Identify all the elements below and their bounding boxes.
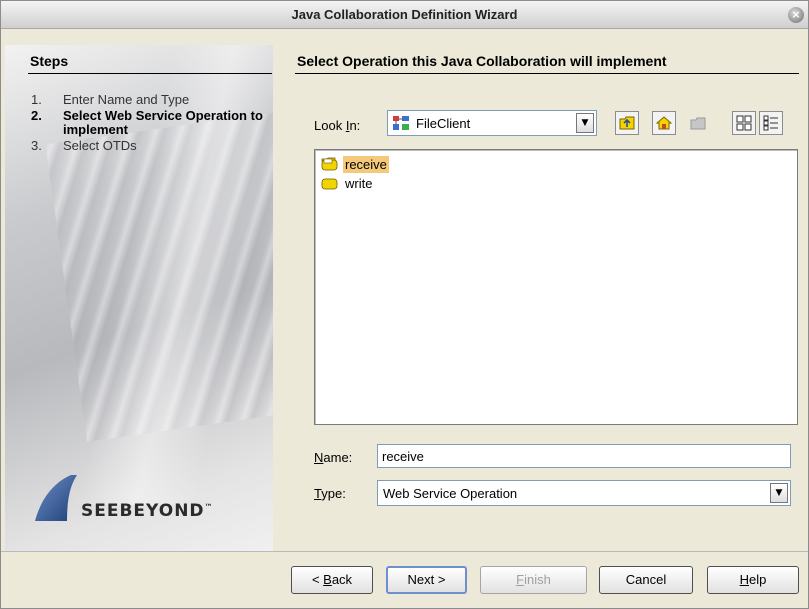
look-in-combobox[interactable]: FileClient ▼ [387,110,597,136]
operation-file-list[interactable]: receive write [314,149,798,425]
help-button[interactable]: Help [707,566,799,594]
up-one-level-button[interactable] [615,111,639,135]
step-item-current: 2. Select Web Service Operation to imple… [31,109,271,137]
step-number: 3. [31,138,42,153]
step-number: 2. [31,108,42,123]
details-view-button[interactable] [759,111,783,135]
type-value: Web Service Operation [383,486,518,501]
cancel-button[interactable]: Cancel [599,566,693,594]
content-divider [295,73,799,74]
type-dropdown-button[interactable]: ▼ [770,483,788,503]
seebeyond-logo: SEEBEYOND™ [29,473,269,525]
step-item: 1. Enter Name and Type [31,93,271,107]
folder-icon [321,178,338,190]
step-label: Enter Name and Type [63,92,190,107]
steps-list: 1. Enter Name and Type 2. Select Web Ser… [31,93,271,155]
name-input[interactable] [377,444,791,468]
next-button[interactable]: Next > [386,566,467,594]
list-item-receive[interactable]: receive [320,156,392,173]
title-bar[interactable]: Java Collaboration Definition Wizard × [1,1,808,29]
logo-trademark: ™ [204,502,214,512]
cancel-button-label: Cancel [625,572,667,587]
finish-button[interactable]: Finish [480,566,587,594]
back-button[interactable]: < Back [291,566,373,594]
close-button[interactable]: × [788,7,804,23]
type-combobox[interactable]: Web Service Operation ▼ [377,480,791,506]
step-label: Select Web Service Operation to implemen… [63,108,263,137]
list-item-label: receive [343,156,389,173]
page-title: Select Operation this Java Collaboration… [297,53,667,69]
list-view-button[interactable] [732,111,756,135]
logo-wordmark: SEEBEYOND™ [81,501,214,521]
step-label: Select OTDs [63,138,137,153]
step-number: 1. [31,92,42,107]
steps-heading: Steps [30,53,69,69]
new-folder-button[interactable] [686,111,710,135]
seebeyond-logo-mark-icon [35,475,77,521]
list-item-write[interactable]: write [320,175,377,192]
details-view-icon [763,115,778,131]
home-button[interactable] [652,111,676,135]
folder-up-icon [619,116,635,130]
wizard-dialog: Java Collaboration Definition Wizard × S… [0,0,809,609]
next-button-label: Next > [407,572,446,587]
steps-divider [28,73,272,74]
list-item-label: write [345,176,373,191]
logo-text: SEEBEYOND [81,501,205,521]
folder-open-icon [321,157,338,171]
name-label: Name: [314,450,353,465]
list-view-icon [736,115,752,131]
footer-divider [1,551,808,552]
type-label: Type: [314,486,346,501]
look-in-label: Look In: [314,118,361,133]
home-icon [656,116,672,130]
web-service-icon [393,116,409,130]
new-folder-icon [690,117,706,130]
look-in-value: FileClient [416,116,471,131]
step-item: 3. Select OTDs [31,139,271,153]
window-title: Java Collaboration Definition Wizard [291,7,518,22]
look-in-dropdown-button[interactable]: ▼ [576,113,594,133]
